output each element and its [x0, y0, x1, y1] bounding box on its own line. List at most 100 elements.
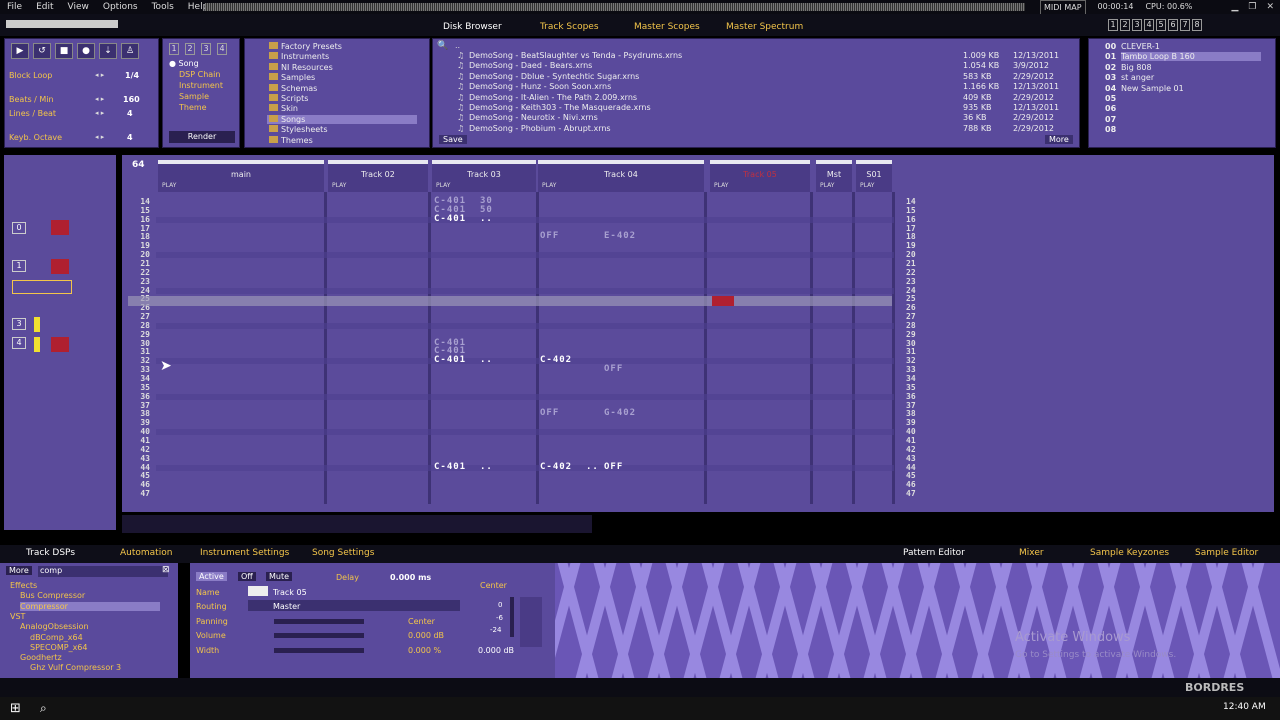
dsp-tree-item[interactable]: Bus Compressor: [20, 591, 160, 600]
file-name[interactable]: DemoSong - Neurotix - Nivi.xrns: [469, 113, 598, 122]
folder-item[interactable]: Instruments: [267, 52, 417, 61]
file-name[interactable]: DemoSong - It-Alien - The Path 2.009.xrn…: [469, 93, 637, 102]
play-icon[interactable]: ▶: [11, 43, 29, 59]
tab-instrument-settings[interactable]: Instrument Settings: [200, 548, 289, 558]
parent-dir[interactable]: ..: [455, 41, 460, 50]
block-loop-arrows-icon[interactable]: ◂ ▸: [95, 71, 104, 79]
file-name[interactable]: DemoSong - Keith303 - The Masquerade.xrn…: [469, 103, 651, 112]
instrument-name[interactable]: Tambo Loop B 160: [1121, 52, 1261, 62]
note-cell[interactable]: OFF: [540, 231, 559, 241]
folder-item[interactable]: Songs: [267, 114, 417, 124]
dsp-tree-item[interactable]: AnalogObsession: [20, 622, 160, 631]
view-preset-1[interactable]: 1: [1108, 19, 1118, 31]
tab-track-scopes[interactable]: Track Scopes: [540, 22, 599, 32]
view-preset-5[interactable]: 5: [1156, 19, 1166, 31]
track-color-swatch[interactable]: [248, 586, 268, 596]
file-name[interactable]: DemoSong - Hunz - Soon Soon.xrns: [469, 82, 611, 91]
matrix-slot-0[interactable]: [51, 220, 69, 235]
maximize-icon[interactable]: ❐: [1248, 2, 1256, 12]
menu-tools[interactable]: Tools: [145, 2, 181, 12]
tab-pattern-editor[interactable]: Pattern Editor: [903, 548, 965, 558]
note-cell[interactable]: C-401: [434, 355, 466, 365]
file-name[interactable]: DemoSong - Phobium - Abrupt.xrns: [469, 124, 611, 133]
search-icon[interactable]: 🔍: [437, 41, 448, 51]
view-preset-7[interactable]: 7: [1180, 19, 1190, 31]
matrix-slot-1[interactable]: [51, 259, 69, 274]
note-cell[interactable]: C-401: [434, 214, 466, 224]
windows-start-icon[interactable]: ⊞: [10, 701, 21, 716]
instrument-name[interactable]: st anger: [1121, 73, 1261, 82]
note-cell[interactable]: OFF: [604, 364, 623, 374]
folder-item[interactable]: Factory Presets: [267, 42, 417, 51]
folder-item[interactable]: Themes: [267, 136, 417, 145]
search-icon[interactable]: ⌕: [40, 701, 47, 716]
instrument-name[interactable]: CLEVER-1: [1121, 42, 1261, 51]
minimize-icon[interactable]: ▁: [1231, 2, 1238, 12]
menu-options[interactable]: Options: [96, 2, 145, 12]
more-button[interactable]: More: [1045, 135, 1073, 144]
tab-sample-keyzones[interactable]: Sample Keyzones: [1090, 548, 1169, 558]
more-button[interactable]: More: [6, 566, 32, 575]
folder-item[interactable]: Schemas: [267, 84, 417, 93]
tab-track-dsps[interactable]: Track DSPs: [26, 548, 75, 558]
view-preset-2[interactable]: 2: [1120, 19, 1130, 31]
volume-cell[interactable]: ..: [480, 214, 493, 224]
width-slider[interactable]: [274, 648, 364, 653]
volume-cell[interactable]: ..: [480, 462, 493, 472]
volume-cell[interactable]: ..: [480, 355, 493, 365]
lpb-value[interactable]: 4: [127, 109, 133, 118]
loop-icon[interactable]: ↺: [33, 43, 51, 59]
note-cell[interactable]: C-401: [434, 462, 466, 472]
menu-view[interactable]: View: [61, 2, 96, 12]
track-header-6[interactable]: Mst PLAY: [816, 160, 852, 192]
note-cell[interactable]: C-402: [540, 462, 572, 472]
note-cell[interactable]: OFF: [540, 408, 559, 418]
track-header-1[interactable]: main PLAY: [158, 160, 324, 192]
metronome-icon[interactable]: ♙: [121, 43, 139, 59]
view-preset-8[interactable]: 8: [1192, 19, 1202, 31]
lpb-arrows-icon[interactable]: ◂ ▸: [95, 109, 104, 117]
folder-item[interactable]: NI Resources: [267, 63, 417, 72]
radio-theme[interactable]: Theme: [179, 103, 207, 112]
volume-cell[interactable]: ..: [586, 462, 599, 472]
radio-dsp-chain[interactable]: DSP Chain: [179, 70, 220, 79]
tab-mixer[interactable]: Mixer: [1019, 548, 1044, 558]
dsp-tree-item[interactable]: SPECOMP_x64: [30, 643, 160, 652]
active-toggle[interactable]: Active: [196, 572, 227, 581]
menu-file[interactable]: File: [0, 2, 29, 12]
view-preset-6[interactable]: 6: [1168, 19, 1178, 31]
file-name[interactable]: DemoSong - Dblue - Syntechtic Sugar.xrns: [469, 72, 639, 81]
dsp-tree-item[interactable]: dBComp_x64: [30, 633, 160, 642]
vu-fader[interactable]: [510, 597, 514, 637]
stop-icon[interactable]: ■: [55, 43, 73, 59]
pattern-length[interactable]: 64: [132, 160, 145, 170]
radio-song[interactable]: ● Song: [169, 59, 199, 68]
file-name[interactable]: DemoSong - Daed - Bears.xrns: [469, 61, 592, 70]
dsp-search-input[interactable]: comp: [38, 566, 168, 577]
slot-2[interactable]: 2: [185, 43, 195, 55]
radio-instrument[interactable]: Instrument: [179, 81, 223, 90]
track-header-2[interactable]: Track 02 PLAY: [328, 160, 428, 192]
radio-sample[interactable]: Sample: [179, 92, 209, 101]
tab-song-settings[interactable]: Song Settings: [312, 548, 374, 558]
bpm-value[interactable]: 160: [123, 95, 140, 104]
folder-item[interactable]: Scripts: [267, 94, 417, 103]
volume-slider[interactable]: [274, 633, 364, 638]
tab-automation[interactable]: Automation: [120, 548, 172, 558]
note-cell[interactable]: OFF: [604, 462, 623, 472]
dsp-tree-item[interactable]: Goodhertz: [20, 653, 160, 662]
octave-arrows-icon[interactable]: ◂ ▸: [95, 133, 104, 141]
off-toggle[interactable]: Off: [238, 572, 256, 581]
dsp-tree-item[interactable]: Compressor: [20, 601, 160, 611]
menu-edit[interactable]: Edit: [29, 2, 60, 12]
volume-slider[interactable]: [6, 20, 118, 28]
tab-sample-editor[interactable]: Sample Editor: [1195, 548, 1258, 558]
matrix-slot-4[interactable]: [51, 337, 69, 352]
sequence-2-selected[interactable]: [12, 280, 72, 294]
folder-item[interactable]: Samples: [267, 73, 417, 82]
track-header-4[interactable]: Track 04 PLAY: [538, 160, 704, 192]
delay-value[interactable]: 0.000 ms: [390, 573, 431, 582]
track-header-7[interactable]: S01 PLAY: [856, 160, 892, 192]
bpm-arrows-icon[interactable]: ◂ ▸: [95, 95, 104, 103]
slot-3[interactable]: 3: [201, 43, 211, 55]
